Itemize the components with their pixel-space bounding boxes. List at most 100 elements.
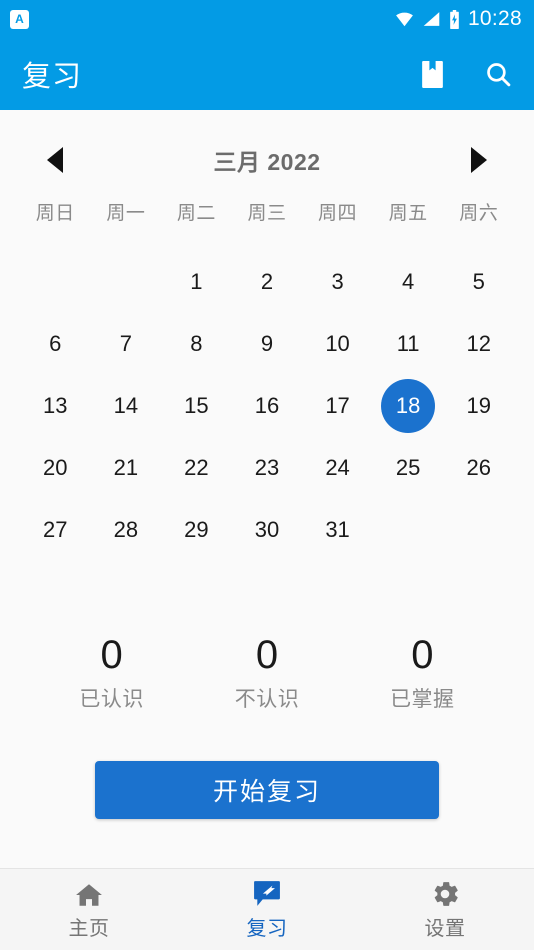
calendar-day[interactable]: 13 (20, 375, 91, 437)
calendar-day[interactable]: 10 (302, 313, 373, 375)
nav-label: 复习 (246, 918, 288, 940)
calendar-day-number: 13 (43, 393, 68, 418)
chevron-right-icon (471, 147, 487, 173)
gear-icon (431, 878, 459, 908)
calendar-month-title: 三月 2022 (213, 149, 321, 175)
calendar-day-number: 6 (49, 331, 62, 356)
calendar-day-number: 15 (184, 393, 209, 418)
calendar-day[interactable]: 11 (373, 313, 444, 375)
calendar-day[interactable]: 27 (20, 499, 91, 561)
calendar-day[interactable]: 21 (91, 437, 162, 499)
calendar-day-number: 1 (190, 269, 203, 294)
calendar-week-row: 20 21 22 23 24 25 26 (20, 437, 514, 499)
calendar-day-number: 9 (260, 331, 274, 356)
search-icon[interactable] (485, 61, 512, 88)
calendar-day[interactable]: 14 (91, 375, 162, 437)
page-title: 复习 (22, 61, 83, 93)
calendar-day[interactable]: 4 (373, 251, 444, 313)
calendar-day-number: 11 (396, 331, 420, 356)
calendar-day-number: 30 (254, 517, 280, 542)
calendar-day[interactable]: 17 (302, 375, 373, 437)
calendar-day[interactable]: 3 (302, 251, 373, 313)
calendar-day-empty (91, 251, 162, 313)
calendar-day[interactable]: 19 (443, 375, 514, 437)
calendar-day[interactable]: 25 (373, 437, 444, 499)
calendar-day[interactable]: 23 (232, 437, 303, 499)
nav-item-settings[interactable]: 设置 (356, 869, 534, 950)
stat-recognized: 0 已认识 (34, 633, 189, 713)
calendar-day-number: 27 (43, 517, 68, 542)
status-bar: A 10:28 (0, 0, 534, 38)
calendar-day[interactable]: 16 (232, 375, 303, 437)
calendar-day[interactable]: 22 (161, 437, 232, 499)
prev-month-button[interactable] (38, 140, 72, 180)
stat-label: 不认识 (234, 688, 300, 711)
calendar-day-number: 8 (190, 331, 203, 356)
calendar-day-number: 29 (184, 517, 209, 542)
calendar-day-number: 20 (43, 455, 68, 480)
start-review-button[interactable]: 开始复习 (95, 761, 439, 819)
calendar-day[interactable]: 26 (443, 437, 514, 499)
nav-label: 主页 (68, 918, 110, 940)
calendar-day-number: 10 (325, 331, 350, 356)
weekday-label: 周二 (176, 203, 216, 224)
calendar-weekday-header: 周日 周一 周二 周三 周四 周五 周六 (0, 198, 534, 225)
stat-value: 0 (411, 633, 434, 677)
review-stats: 0 已认识 0 不认识 0 已掌握 (0, 633, 534, 713)
stat-label: 已掌握 (390, 688, 455, 711)
nav-item-home[interactable]: 主页 (0, 869, 178, 950)
signal-icon (422, 11, 441, 27)
stat-value: 0 (100, 633, 123, 677)
calendar-day-number: 21 (113, 455, 139, 480)
calendar-day-number: 2 (260, 269, 274, 294)
calendar-day-number: 16 (254, 393, 280, 418)
calendar-day[interactable]: 2 (232, 251, 303, 313)
calendar-day-selected[interactable]: 18 (373, 375, 444, 437)
calendar-day-empty (373, 499, 444, 561)
next-month-button[interactable] (462, 140, 496, 180)
calendar-day[interactable]: 30 (232, 499, 303, 561)
app-screen: A 10:28 复习 三月 2022 周日 周一 周二 周三 周四 周五 周六 … (0, 0, 534, 950)
calendar-day-number: 3 (331, 269, 344, 294)
battery-charging-icon (448, 9, 461, 29)
calendar-day-number: 14 (113, 393, 139, 418)
wifi-icon (394, 11, 415, 27)
calendar-day-number: 18 (381, 379, 436, 433)
calendar-day-number: 23 (254, 455, 280, 480)
calendar-day[interactable]: 5 (443, 251, 514, 313)
calendar-day[interactable]: 24 (302, 437, 373, 499)
calendar-day[interactable]: 8 (161, 313, 232, 375)
calendar-day-number: 17 (325, 393, 350, 418)
calendar-grid: 1 2 3 4 5 6 7 8 9 10 11 12 13 14 15 16 17 18 19 20 21 22 23 24 2… (0, 251, 534, 561)
start-review-wrap: 开始复习 (0, 761, 534, 819)
calendar-header: 三月 2022 (0, 110, 534, 182)
calendar-day[interactable]: 12 (443, 313, 514, 375)
calendar-day[interactable]: 29 (161, 499, 232, 561)
stat-value: 0 (255, 633, 279, 677)
calendar-day[interactable]: 31 (302, 499, 373, 561)
calendar-day-number: 25 (395, 455, 421, 480)
calendar-week-row: 13 14 15 16 17 18 19 (20, 375, 514, 437)
calendar-week-row: 1 2 3 4 5 (20, 251, 514, 313)
weekday-label: 周日 (35, 203, 75, 224)
calendar-day[interactable]: 7 (91, 313, 162, 375)
review-chat-edit-icon (253, 878, 281, 908)
stat-mastered: 0 已掌握 (345, 633, 500, 713)
calendar-day[interactable]: 15 (161, 375, 232, 437)
calendar-day-number: 5 (472, 269, 485, 294)
calendar-day-number: 4 (402, 269, 415, 294)
nav-item-review[interactable]: 复习 (178, 869, 356, 950)
home-icon (75, 878, 103, 908)
calendar-day[interactable]: 6 (20, 313, 91, 375)
calendar-day[interactable]: 9 (232, 313, 303, 375)
app-notification-icon: A (10, 9, 29, 29)
app-notification-letter: A (15, 12, 24, 26)
bookmark-icon[interactable] (420, 60, 445, 89)
weekday-label: 周六 (459, 203, 499, 224)
stat-label: 已认识 (79, 688, 144, 711)
weekday-label: 周四 (318, 203, 358, 224)
calendar-day[interactable]: 28 (91, 499, 162, 561)
calendar-day[interactable]: 1 (161, 251, 232, 313)
calendar-day-number: 31 (325, 517, 350, 542)
calendar-day[interactable]: 20 (20, 437, 91, 499)
